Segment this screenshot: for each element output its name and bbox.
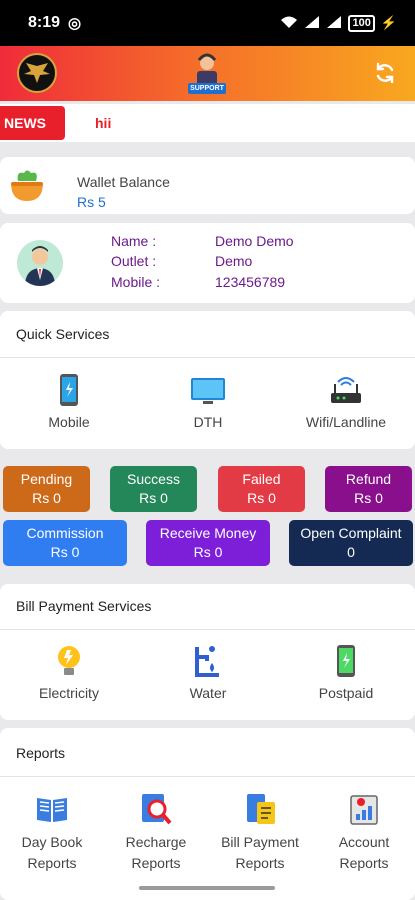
status-value: Rs 0 — [247, 490, 276, 506]
quick-services-title: Quick Services — [16, 326, 110, 342]
status-label: Failed — [242, 471, 281, 487]
status-value: 0 — [347, 544, 355, 560]
news-ticker: NEWS hii — [0, 104, 415, 142]
status-label: Refund — [345, 471, 392, 487]
success-button[interactable]: Success Rs 0 — [110, 466, 197, 512]
failed-button[interactable]: Failed Rs 0 — [218, 466, 305, 512]
status-label: Success — [127, 471, 180, 487]
charging-icon: ⚡ — [380, 15, 397, 30]
service-label: Electricity — [39, 685, 99, 701]
refresh-icon[interactable] — [373, 61, 397, 85]
router-icon — [329, 374, 363, 406]
status-bar: 8:19 ◎ 100 ⚡ — [0, 0, 415, 46]
news-tag: NEWS — [0, 106, 65, 140]
avatar — [17, 240, 63, 286]
wifi-icon — [280, 15, 298, 32]
status-value: Rs 0 — [32, 490, 61, 506]
water-tap-icon — [191, 645, 225, 677]
signal-icon — [326, 15, 342, 32]
status-time: 8:19 — [28, 14, 61, 31]
divider — [0, 776, 415, 777]
status-label: Open Complaint — [300, 525, 402, 541]
status-label: Pending — [20, 471, 73, 487]
signal-icon — [304, 15, 320, 32]
support-label: SUPPORT — [188, 83, 226, 94]
reports-title: Reports — [16, 745, 66, 761]
wallet-card[interactable]: Wallet Balance Rs 5 — [0, 157, 415, 214]
account-report-icon — [347, 792, 381, 826]
service-postpaid[interactable]: Postpaid — [291, 645, 401, 701]
news-text: hii — [95, 115, 112, 131]
outlet-label: Outlet : — [111, 253, 157, 269]
brand-logo — [17, 53, 57, 93]
service-water[interactable]: Water — [153, 645, 263, 701]
receive-money-button[interactable]: Receive Money Rs 0 — [146, 520, 270, 566]
status-label: Commission — [26, 525, 104, 541]
bill-payment-title: Bill Payment Services — [16, 598, 152, 614]
reports-card: Reports Day Book Reports Recharge Report… — [0, 728, 415, 900]
status-value: Rs 0 — [354, 490, 383, 506]
refund-button[interactable]: Refund Rs 0 — [325, 466, 412, 512]
instagram-icon: ◎ — [68, 15, 82, 32]
mobile-value: 123456789 — [215, 274, 286, 290]
divider — [0, 357, 415, 358]
service-label: Water — [189, 685, 227, 701]
support-button[interactable]: SUPPORT — [186, 52, 228, 96]
report-label: Reports — [235, 855, 285, 871]
divider — [0, 629, 415, 630]
service-electricity[interactable]: Electricity — [14, 645, 124, 701]
report-day-book[interactable]: Day Book Reports — [2, 792, 102, 874]
app-header: SUPPORT — [0, 46, 415, 101]
pending-button[interactable]: Pending Rs 0 — [3, 466, 90, 512]
status-value: Rs 0 — [50, 544, 80, 560]
commission-button[interactable]: Commission Rs 0 — [3, 520, 127, 566]
wallet-balance: Rs 5 — [77, 194, 106, 210]
name-label: Name : — [111, 233, 157, 249]
report-label: Reports — [131, 855, 181, 871]
bill-icon — [243, 792, 277, 826]
battery-level: 100 — [348, 14, 375, 32]
report-recharge[interactable]: Recharge Reports — [106, 792, 206, 874]
status-value: Rs 0 — [193, 544, 223, 560]
service-wifi-landline[interactable]: Wifi/Landline — [291, 374, 401, 430]
home-indicator[interactable] — [139, 886, 275, 890]
report-label: Account — [338, 834, 390, 850]
mobile-phone-icon — [52, 374, 86, 406]
report-label: Reports — [27, 855, 77, 871]
bill-payment-card: Bill Payment Services Electricity Water … — [0, 584, 415, 720]
report-label: Recharge — [125, 834, 187, 850]
status-value: Rs 0 — [139, 490, 168, 506]
service-label: Mobile — [48, 414, 90, 430]
service-label: DTH — [193, 414, 223, 430]
report-bill-payment[interactable]: Bill Payment Reports — [210, 792, 310, 874]
quick-services-card: Quick Services Mobile DTH Wifi/Landline — [0, 311, 415, 449]
report-label: Reports — [339, 855, 389, 871]
status-label: Receive Money — [159, 525, 257, 541]
money-pot-icon — [8, 167, 46, 205]
report-label: Day Book — [21, 834, 83, 850]
service-mobile[interactable]: Mobile — [14, 374, 124, 430]
service-label: Postpaid — [318, 685, 374, 701]
service-dth[interactable]: DTH — [153, 374, 263, 430]
book-icon — [35, 792, 69, 826]
tv-icon — [191, 374, 225, 406]
open-complaint-button[interactable]: Open Complaint 0 — [289, 520, 413, 566]
service-label: Wifi/Landline — [305, 414, 387, 430]
bulb-icon — [52, 645, 86, 677]
outlet-value: Demo — [215, 253, 253, 269]
profile-card: Name : Demo Demo Outlet : Demo Mobile : … — [0, 223, 415, 303]
magnify-icon — [139, 792, 173, 826]
report-label: Bill Payment — [221, 834, 299, 850]
report-account[interactable]: Account Reports — [314, 792, 414, 874]
name-value: Demo Demo — [215, 233, 294, 249]
mobile-label: Mobile : — [111, 274, 161, 290]
wallet-label: Wallet Balance — [77, 174, 170, 190]
mobile-phone-icon — [329, 645, 363, 677]
